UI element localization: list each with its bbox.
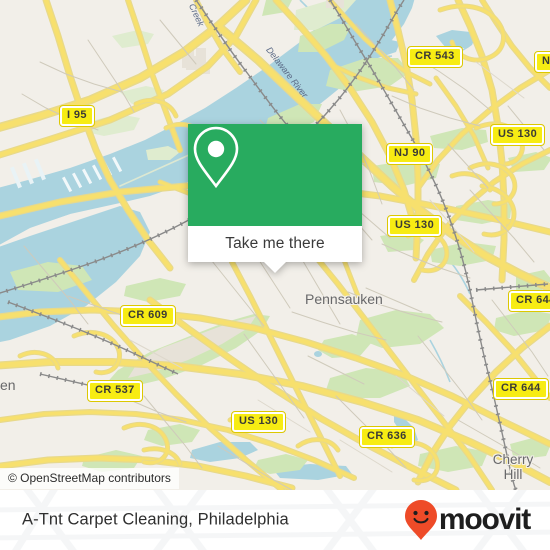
card-pointer-tail bbox=[264, 262, 286, 273]
road-shield-us-130-a: US 130 bbox=[489, 124, 546, 146]
map-screenshot: .w{fill:#aad3df} .gp{fill:#cfe6b6} .gp2{… bbox=[0, 0, 550, 550]
road-shield-us-130-c: US 130 bbox=[230, 411, 287, 433]
road-shield-cr-537: CR 537 bbox=[87, 380, 143, 402]
footer-bar: A-Tnt Carpet Cleaning, Philadelphia moov… bbox=[0, 490, 550, 550]
road-shield-cr-644-b: CR 644 bbox=[493, 378, 549, 400]
map-canvas[interactable]: .w{fill:#aad3df} .gp{fill:#cfe6b6} .gp2{… bbox=[0, 0, 550, 490]
card-image-area bbox=[188, 124, 362, 226]
take-me-there-button[interactable]: Take me there bbox=[188, 226, 362, 273]
location-pin-icon bbox=[193, 126, 239, 189]
road-shield-i-95: I 95 bbox=[59, 105, 95, 127]
osm-attribution[interactable]: © OpenStreetMap contributors bbox=[0, 468, 179, 489]
road-shield-cr-636: CR 636 bbox=[359, 426, 415, 448]
moovit-logo[interactable]: moovit bbox=[404, 499, 531, 541]
take-me-there-label: Take me there bbox=[225, 235, 325, 252]
road-shield-cr-543: CR 543 bbox=[407, 46, 463, 68]
place-label-pennsauken: Pennsauken bbox=[305, 291, 383, 307]
road-shield-us-130-b: US 130 bbox=[386, 215, 443, 237]
road-shield-nj-clipped: N bbox=[533, 51, 550, 73]
road-shield-cr-609: CR 609 bbox=[120, 305, 176, 327]
place-label-cherry-hill: Cherry Hill bbox=[492, 452, 534, 482]
road-shield-cr-644-a: CR 644 bbox=[508, 290, 550, 312]
moovit-smiley-pin-icon bbox=[404, 500, 437, 540]
road-shield-nj-90: NJ 90 bbox=[385, 143, 434, 165]
moovit-wordmark: moovit bbox=[438, 503, 531, 536]
place-label-camden-clipped: en bbox=[0, 377, 16, 393]
location-info-card[interactable]: Take me there bbox=[188, 124, 362, 273]
page-title: A-Tnt Carpet Cleaning, Philadelphia bbox=[22, 510, 289, 529]
